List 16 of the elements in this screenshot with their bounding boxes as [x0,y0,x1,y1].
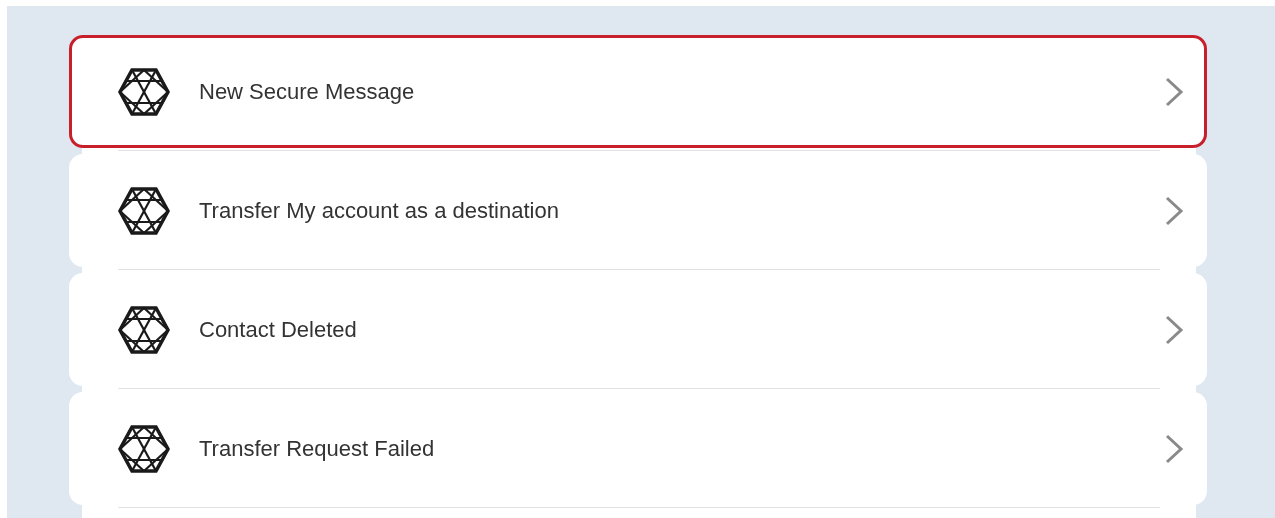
hexagon-icon [118,305,170,354]
item-label: Transfer Request Failed [199,435,436,462]
hexagon-icon [118,424,170,473]
chevron-right-icon [1164,433,1184,464]
hexagon-icon [118,67,170,116]
chevron-right-icon [1164,76,1184,107]
item-label: New Secure Message [199,78,416,105]
list-item[interactable]: Transfer My account as a destination [69,154,1207,267]
list-item[interactable]: Contact Deleted [69,273,1207,386]
list-item[interactable]: New Secure Message [69,35,1207,148]
list-item[interactable]: Transfer Request Failed [69,392,1207,505]
hexagon-icon [118,186,170,235]
chevron-right-icon [1164,314,1184,345]
item-label: Contact Deleted [199,316,358,343]
item-label: Transfer My account as a destination [199,197,560,224]
chevron-right-icon [1164,195,1184,226]
